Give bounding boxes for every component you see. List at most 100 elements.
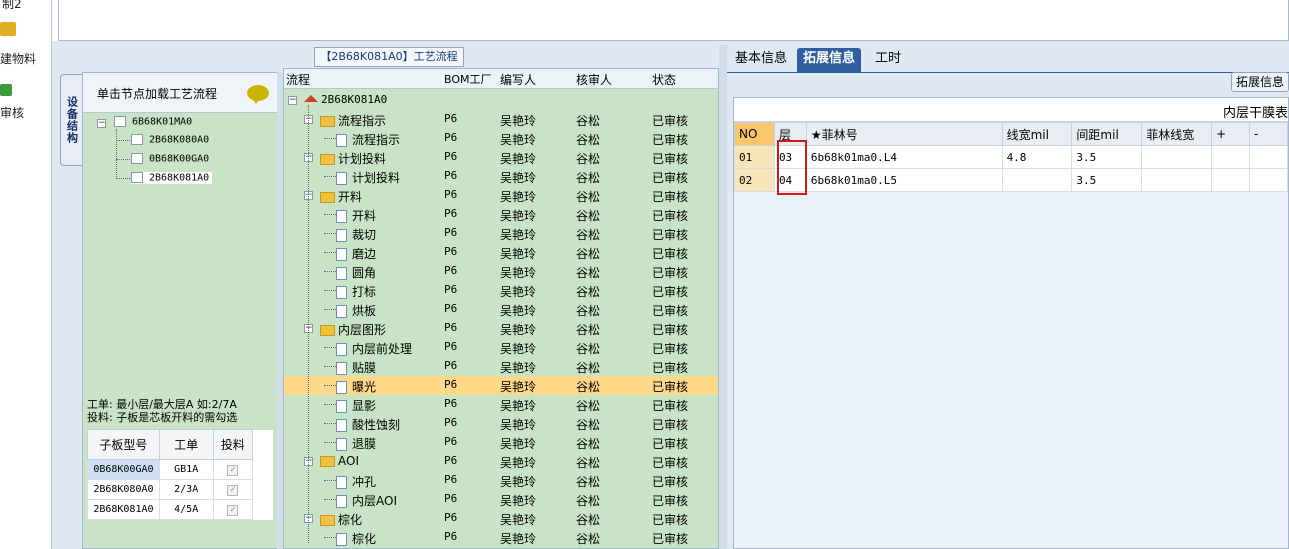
flow-row[interactable]: 贴膜 P6 吴艳玲 谷松 已审核 [284, 357, 718, 376]
flow-row[interactable]: 内层AOI P6 吴艳玲 谷松 已审核 [284, 490, 718, 509]
col-header-no[interactable]: NO [734, 122, 775, 146]
flow-step-label: 磨边 [352, 247, 377, 261]
tree-line [324, 233, 336, 234]
cell-minus[interactable] [1249, 145, 1288, 169]
col-header-film-line-width[interactable]: 菲林线宽 [1141, 122, 1213, 146]
cell-line-width[interactable] [1001, 168, 1073, 192]
cell-model[interactable]: 2B68K081A0 [87, 499, 160, 520]
cell-order[interactable]: 4/5A [158, 499, 214, 520]
flow-row[interactable]: − 流程指示 P6 吴艳玲 谷松 已审核 [284, 110, 718, 129]
right-splitter[interactable] [719, 45, 727, 549]
cell-film-line-width[interactable] [1141, 145, 1213, 169]
flow-row[interactable]: 内层前处理 P6 吴艳玲 谷松 已审核 [284, 338, 718, 357]
table-row[interactable]: 2B68K080A0 2/3A ✓ [87, 479, 273, 500]
cell-model[interactable]: 2B68K080A0 [87, 479, 160, 500]
cell-minus[interactable] [1249, 168, 1288, 192]
flow-row[interactable]: 酸性蚀刻 P6 吴艳玲 谷松 已审核 [284, 414, 718, 433]
cell-line-width[interactable]: 4.8 [1001, 145, 1073, 169]
cell-spacing[interactable]: 3.5 [1071, 145, 1143, 169]
cell-order[interactable]: GB1A [158, 459, 214, 480]
col-header-writer[interactable]: 编写人 [500, 71, 536, 88]
flow-row[interactable]: 开料 P6 吴艳玲 谷松 已审核 [284, 205, 718, 224]
col-header-plus[interactable]: + [1211, 122, 1251, 146]
tree-root-node[interactable]: 6B68K01MA0 [114, 116, 192, 128]
flow-row[interactable]: − 棕化 P6 吴艳玲 谷松 已审核 [284, 509, 718, 528]
flow-row[interactable]: 显影 P6 吴艳玲 谷松 已审核 [284, 395, 718, 414]
flow-reviewer: 谷松 [576, 437, 601, 451]
flow-row[interactable]: 退膜 P6 吴艳玲 谷松 已审核 [284, 433, 718, 452]
flow-row[interactable]: 计划投料 P6 吴艳玲 谷松 已审核 [284, 167, 718, 186]
flow-status: 已审核 [652, 133, 689, 147]
flow-step-name: 退膜 [336, 435, 376, 452]
flow-row[interactable]: 流程指示 P6 吴艳玲 谷松 已审核 [284, 129, 718, 148]
flow-row[interactable]: 冲孔 P6 吴艳玲 谷松 已审核 [284, 471, 718, 490]
flow-row[interactable]: 烘板 P6 吴艳玲 谷松 已审核 [284, 300, 718, 319]
col-header-line-width[interactable]: 线宽mil [1001, 122, 1073, 146]
col-header-reviewer[interactable]: 核审人 [576, 71, 612, 88]
document-icon [336, 134, 347, 147]
flow-status: 已审核 [652, 304, 689, 318]
tree-line [324, 309, 336, 310]
col-header-status[interactable]: 状态 [652, 71, 676, 88]
toolbar-item-review[interactable]: 审核 [0, 104, 52, 121]
flow-row[interactable]: 圆角 P6 吴艳玲 谷松 已审核 [284, 262, 718, 281]
col-header-spacing[interactable]: 间距mil [1071, 122, 1143, 146]
col-header-flow[interactable]: 流程 [286, 71, 310, 88]
toolbar-item-build-material[interactable]: 建物料 [0, 50, 52, 67]
flow-step-name: AOI [320, 454, 359, 468]
table-row[interactable]: 2B68K081A0 4/5A ✓ [87, 499, 273, 520]
flow-row[interactable]: − 计划投料 P6 吴艳玲 谷松 已审核 [284, 148, 718, 167]
cell-no[interactable]: 01 [734, 145, 775, 169]
tree-child-node-selected[interactable]: 2B68K081A0 [131, 172, 213, 184]
table-row[interactable]: 0B68K00GA0 GB1A ✓ [87, 459, 273, 480]
cell-order[interactable]: 2/3A [158, 479, 214, 500]
flow-reviewer: 谷松 [576, 285, 601, 299]
speech-bubble-icon[interactable] [247, 85, 269, 104]
flow-row[interactable]: − 开料 P6 吴艳玲 谷松 已审核 [284, 186, 718, 205]
cell-spacing[interactable]: 3.5 [1071, 168, 1143, 192]
grid-row[interactable]: 01 03 6b68k01ma0.L4 4.8 3.5 [734, 145, 1288, 169]
tab-extended-info[interactable]: 拓展信息 [797, 48, 862, 72]
cell-feed[interactable]: ✓ [212, 499, 254, 520]
cell-no[interactable]: 02 [734, 168, 775, 192]
col-header-bom-factory[interactable]: BOM工厂 [444, 71, 492, 87]
col-header-feed[interactable]: 投料 [212, 429, 254, 460]
tab-device-structure[interactable]: 设备结构 [60, 74, 82, 166]
flow-row[interactable]: 棕化 P6 吴艳玲 谷松 已审核 [284, 528, 718, 547]
flow-row[interactable]: 曝光 P6 吴艳玲 谷松 已审核 [284, 376, 718, 395]
flow-status: 已审核 [652, 323, 689, 337]
cell-feed[interactable]: ✓ [212, 479, 254, 500]
flow-step-name: 棕化 [320, 511, 362, 528]
flow-row[interactable]: 磨边 P6 吴艳玲 谷松 已审核 [284, 243, 718, 262]
flow-root-row[interactable]: − 2B68K081A0 [284, 91, 718, 110]
tree-line [324, 385, 336, 386]
col-header-model[interactable]: 子板型号 [87, 429, 160, 460]
collapse-icon[interactable]: − [97, 119, 106, 128]
cell-plus[interactable] [1211, 168, 1251, 192]
feed-checkbox[interactable]: ✓ [227, 504, 239, 516]
cell-feed[interactable]: ✓ [212, 459, 254, 480]
flow-row[interactable]: 打标 P6 吴艳玲 谷松 已审核 [284, 281, 718, 300]
structure-panel-header: 单击节点加载工艺流程 [83, 73, 277, 113]
tree-child-node[interactable]: 2B68K080A0 [131, 134, 209, 146]
cell-model[interactable]: 0B68K00GA0 [87, 459, 160, 480]
tree-child-node[interactable]: 0B68K00GA0 [131, 153, 209, 165]
collapse-icon[interactable]: − [288, 96, 297, 105]
grid-row[interactable]: 02 04 6b68k01ma0.L5 3.5 [734, 168, 1288, 192]
feed-checkbox[interactable]: ✓ [227, 464, 239, 476]
feed-checkbox[interactable]: ✓ [227, 484, 239, 496]
extended-info-button[interactable]: 拓展信息 [1231, 72, 1289, 92]
tab-work-hours[interactable]: 工时 [869, 48, 907, 72]
toolbar-item-1[interactable]: 制2 [2, 0, 54, 12]
cell-plus[interactable] [1211, 145, 1251, 169]
flow-row[interactable]: − 内层图形 P6 吴艳玲 谷松 已审核 [284, 319, 718, 338]
col-header-film-no[interactable]: ★菲林号 [805, 122, 1003, 146]
col-header-minus[interactable]: - [1249, 122, 1288, 146]
cell-film-no[interactable]: 6b68k01ma0.L4 [805, 145, 1003, 169]
tab-basic-info[interactable]: 基本信息 [729, 48, 793, 72]
col-header-order[interactable]: 工单 [158, 429, 214, 460]
cell-film-no[interactable]: 6b68k01ma0.L5 [805, 168, 1003, 192]
flow-row[interactable]: − AOI P6 吴艳玲 谷松 已审核 [284, 452, 718, 471]
flow-row[interactable]: 裁切 P6 吴艳玲 谷松 已审核 [284, 224, 718, 243]
cell-film-line-width[interactable] [1141, 168, 1213, 192]
